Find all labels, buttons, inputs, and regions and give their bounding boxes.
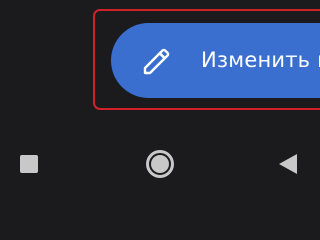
back-button[interactable]: [268, 128, 308, 200]
recents-button[interactable]: [9, 128, 49, 200]
pencil-icon: [143, 48, 170, 75]
home-button[interactable]: [140, 128, 180, 200]
square-icon: [20, 155, 38, 173]
system-nav-bar: [0, 128, 320, 200]
circle-icon: [146, 150, 174, 178]
edit-contact-button[interactable]: Изменить к: [111, 23, 320, 98]
triangle-back-icon: [279, 154, 297, 174]
screen: Изменить к: [0, 0, 320, 200]
edit-contact-label: Изменить к: [201, 48, 320, 72]
